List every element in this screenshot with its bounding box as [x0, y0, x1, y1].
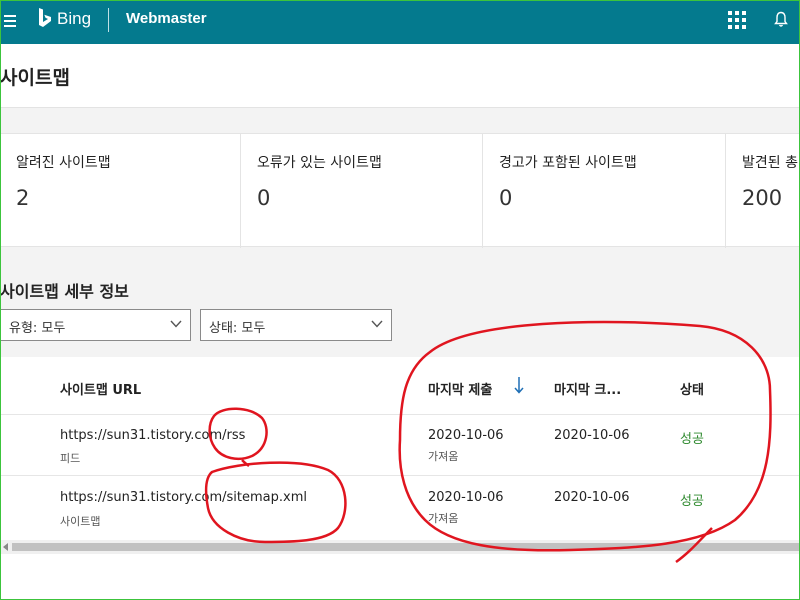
- product-name[interactable]: Webmaster: [126, 10, 207, 27]
- stat-sitemaps-with-warnings: 경고가 포함된 사이트맵 0: [482, 134, 725, 248]
- status-filter-dropdown[interactable]: 상태: 모두: [200, 309, 392, 341]
- last-submitted-date: 2020-10-06: [428, 428, 504, 443]
- sitemap-table: 사이트맵 URL 마지막 제출 마지막 크... 상태 https://sun3…: [0, 357, 800, 600]
- stat-known-sitemaps: 알려진 사이트맵 2: [0, 134, 240, 248]
- stat-value: 2: [16, 186, 30, 210]
- top-header: Bing Webmaster: [0, 0, 800, 44]
- type-filter-value: 유형: 모두: [9, 321, 66, 336]
- sort-descending-icon[interactable]: [514, 376, 524, 394]
- page-title: 사이트맵: [0, 67, 70, 89]
- hamburger-menu-icon[interactable]: [4, 15, 16, 27]
- row-divider: [0, 414, 800, 415]
- row-divider: [0, 475, 800, 476]
- header-divider: [108, 8, 109, 32]
- column-header-status[interactable]: 상태: [680, 379, 704, 398]
- bing-logo-icon[interactable]: [38, 8, 52, 28]
- stat-value: 0: [257, 186, 271, 210]
- sitemap-details-title: 사이트맵 세부 정보: [0, 282, 129, 301]
- stat-value: 0: [499, 186, 513, 210]
- brand-name[interactable]: Bing: [57, 9, 91, 29]
- stat-label: 발견된 총: [742, 155, 798, 171]
- chevron-down-icon: [170, 320, 182, 328]
- last-crawled-date: 2020-10-06: [554, 490, 630, 505]
- stat-label: 오류가 있는 사이트맵: [257, 155, 382, 171]
- column-header-last-crawled[interactable]: 마지막 크...: [554, 379, 621, 398]
- status-filter-value: 상태: 모두: [209, 321, 266, 336]
- scrollbar-thumb[interactable]: [12, 543, 800, 551]
- sitemap-url[interactable]: https://sun31.tistory.com/rss: [60, 428, 245, 443]
- horizontal-scrollbar[interactable]: [0, 540, 800, 554]
- status-badge: 성공: [680, 494, 704, 509]
- stat-label: 경고가 포함된 사이트맵: [499, 155, 637, 171]
- stats-panel: 알려진 사이트맵 2 오류가 있는 사이트맵 0 경고가 포함된 사이트맵 0 …: [0, 133, 800, 248]
- sitemap-kind: 피드: [60, 452, 81, 465]
- scroll-left-icon[interactable]: [3, 543, 8, 551]
- notification-bell-icon[interactable]: [774, 11, 788, 28]
- content-area: 알려진 사이트맵 2 오류가 있는 사이트맵 0 경고가 포함된 사이트맵 0 …: [0, 108, 800, 600]
- sitemap-url[interactable]: https://sun31.tistory.com/sitemap.xml: [60, 490, 307, 505]
- stat-sitemaps-with-errors: 오류가 있는 사이트맵 0: [240, 134, 482, 248]
- stat-label: 알려진 사이트맵: [16, 155, 111, 171]
- stat-discovered-total: 발견된 총 200: [725, 134, 800, 248]
- last-submitted-date: 2020-10-06: [428, 490, 504, 505]
- column-header-url[interactable]: 사이트맵 URL: [60, 379, 141, 398]
- sitemap-kind: 사이트맵: [60, 515, 101, 528]
- status-badge: 성공: [680, 432, 704, 447]
- app-launcher-icon[interactable]: [728, 11, 746, 29]
- last-submitted-source: 가져옴: [428, 512, 459, 525]
- chevron-down-icon: [371, 320, 383, 328]
- type-filter-dropdown[interactable]: 유형: 모두: [0, 309, 191, 341]
- last-submitted-source: 가져옴: [428, 450, 459, 463]
- stat-value: 200: [742, 186, 783, 210]
- last-crawled-date: 2020-10-06: [554, 428, 630, 443]
- column-header-last-submitted[interactable]: 마지막 제출: [428, 379, 492, 398]
- title-band: 사이트맵: [0, 44, 800, 108]
